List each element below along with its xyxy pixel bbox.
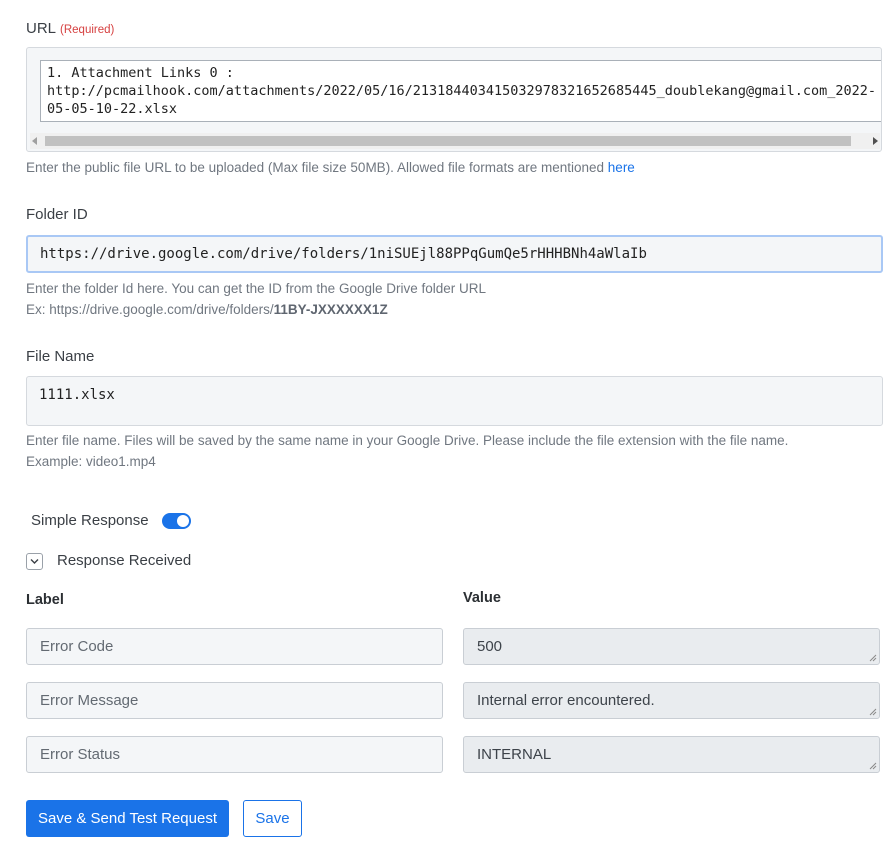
simple-response-toggle[interactable] xyxy=(162,513,191,529)
folder-id-label: Folder ID xyxy=(26,206,88,223)
row-value-text: Internal error encountered. xyxy=(477,692,655,709)
file-name-input[interactable]: 1111.xlsx xyxy=(26,376,883,426)
folder-help-line1: Enter the folder Id here. You can get th… xyxy=(26,281,487,296)
folder-help-example-id: 11BY-JXXXXXX1Z xyxy=(273,302,388,317)
save-and-send-test-button[interactable]: Save & Send Test Request xyxy=(26,800,229,837)
horizontal-scrollbar[interactable] xyxy=(30,133,880,149)
row-value-text: 500 xyxy=(477,638,503,655)
scroll-right-icon[interactable] xyxy=(873,137,878,145)
file-help-line2: Example: video1.mp4 xyxy=(26,454,156,469)
simple-response-label: Simple Response xyxy=(31,512,149,529)
url-textarea[interactable]: 1. Attachment Links 0 : http://pcmailhoo… xyxy=(40,60,881,122)
file-name-help: Enter file name. Files will be saved by … xyxy=(26,430,788,472)
row-value-error-code[interactable]: 500 xyxy=(463,628,880,665)
chevron-down-icon xyxy=(30,559,39,564)
folder-id-input[interactable]: https://drive.google.com/drive/folders/1… xyxy=(26,235,883,273)
resize-grip-icon[interactable] xyxy=(869,708,877,716)
url-help-text: Enter the public file URL to be uploaded… xyxy=(26,160,608,175)
save-button[interactable]: Save xyxy=(243,800,302,837)
row-label-error-message[interactable]: Error Message xyxy=(26,682,443,719)
scroll-left-icon[interactable] xyxy=(32,137,37,145)
scrollbar-thumb[interactable] xyxy=(45,136,851,146)
file-name-label: File Name xyxy=(26,348,95,365)
url-field: 1. Attachment Links 0 : http://pcmailhoo… xyxy=(26,47,882,152)
folder-help-prefix: Ex: https://drive.google.com/drive/folde… xyxy=(26,302,274,317)
row-label-error-code[interactable]: Error Code xyxy=(26,628,443,665)
row-label-error-status[interactable]: Error Status xyxy=(26,736,443,773)
response-collapse-button[interactable] xyxy=(26,553,43,570)
url-label-text: URL xyxy=(26,20,57,37)
folder-help-line2: Ex: https://drive.google.com/drive/folde… xyxy=(26,299,486,320)
row-value-error-status[interactable]: INTERNAL xyxy=(463,736,880,773)
url-label: URL (Required) xyxy=(26,20,114,37)
value-column-header: Value xyxy=(463,590,501,606)
url-help: Enter the public file URL to be uploaded… xyxy=(26,157,635,178)
response-received-label: Response Received xyxy=(57,552,192,569)
file-help-line1: Enter file name. Files will be saved by … xyxy=(26,433,789,448)
label-column-header: Label xyxy=(26,592,64,608)
resize-grip-icon[interactable] xyxy=(869,762,877,770)
row-value-error-message[interactable]: Internal error encountered. xyxy=(463,682,880,719)
resize-grip-icon[interactable] xyxy=(869,654,877,662)
row-value-text: INTERNAL xyxy=(477,746,552,763)
formats-link[interactable]: here xyxy=(608,160,635,175)
required-badge: (Required) xyxy=(60,24,115,36)
folder-help: Enter the folder Id here. You can get th… xyxy=(26,278,486,320)
toggle-knob xyxy=(177,515,189,527)
